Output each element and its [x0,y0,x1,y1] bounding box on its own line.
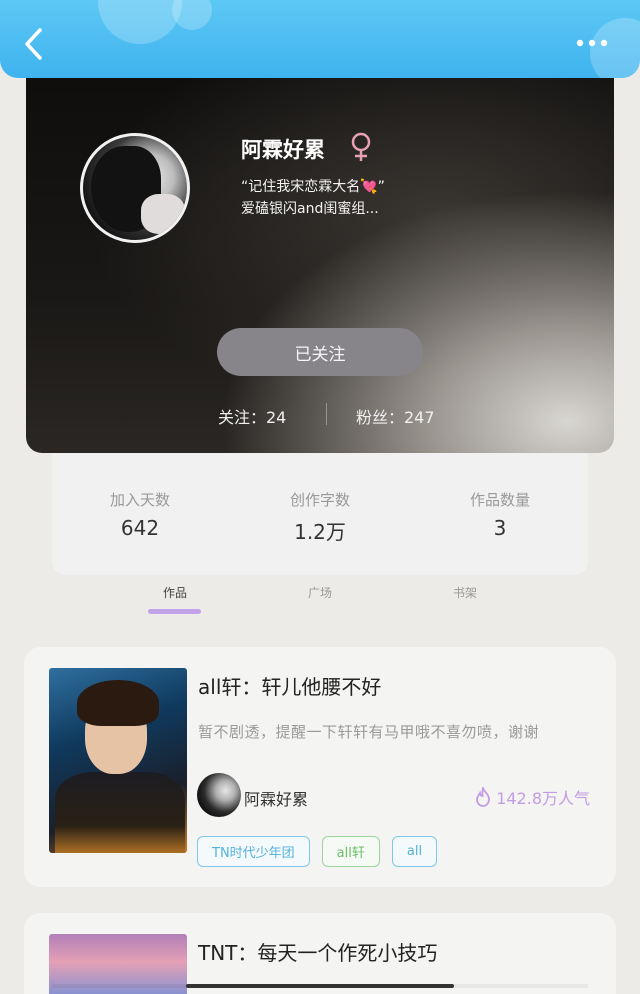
stat-value: 1.2万 [294,520,346,544]
decor-bubble [98,0,182,44]
bio: “记住我宋恋霖大名💘” 爱磕银闪and闺蜜组... [241,176,461,220]
chevron-left-icon [25,28,42,60]
tab-works[interactable]: 作品 [163,584,187,601]
tab-bookshelf[interactable]: 书架 [453,584,477,601]
stat-label: 加入天数 [109,491,170,509]
stat-word-count: 创作字数 1.2万 [250,489,390,545]
work-cover-image[interactable] [49,668,187,853]
popularity: 142.8万人气 [474,785,590,809]
bio-line: 爱磕银闪and闺蜜组... [241,201,379,217]
top-bar [0,0,640,78]
work-title[interactable]: TNT：每天一个作死小技巧 [198,937,437,966]
tab-active-indicator [148,609,201,614]
female-symbol-icon [348,132,374,162]
author-avatar[interactable] [197,773,241,817]
avatar[interactable] [80,133,190,243]
profile-card: 阿霖好累 “记住我宋恋霖大名💘” 爱磕银闪and闺蜜组... 已关注 关注：24… [26,60,614,453]
more-button[interactable] [574,30,614,56]
tag[interactable]: all轩 [321,836,380,867]
more-dots-icon [576,39,608,47]
decor-bubble [172,0,212,30]
follow-stats: 关注：24 粉丝：247 [26,400,614,430]
flame-icon [476,787,491,807]
stat-value: 642 [120,516,160,540]
username: 阿霖好累 [241,138,325,162]
home-indicator [186,984,454,988]
stat-works-count: 作品数量 3 [430,489,570,540]
follow-button[interactable]: 已关注 [217,328,423,376]
tab-square[interactable]: 广场 [308,584,332,601]
work-card[interactable]: TNT：每天一个作死小技巧 [24,913,616,994]
work-title[interactable]: all轩：轩儿他腰不好 [198,671,381,700]
author-name[interactable]: 阿霖好累 [244,786,308,810]
popularity-text: 142.8万人气 [496,789,590,808]
stat-label: 作品数量 [469,491,530,509]
tag[interactable]: all [391,836,438,867]
work-card[interactable]: all轩：轩儿他腰不好 暂不剧透，提醒一下轩轩有马甲哦不喜勿喷，谢谢 阿霖好累 … [24,647,616,887]
back-button[interactable] [18,26,48,62]
divider [326,403,327,425]
stat-join-days: 加入天数 642 [70,489,210,540]
stats-panel: 加入天数 642 创作字数 1.2万 作品数量 3 [52,453,588,575]
tag-list: TN时代少年团 all轩 all [197,836,438,867]
stat-label: 创作字数 [289,491,350,509]
bio-line: “记住我宋恋霖大名💘” [241,179,385,195]
work-summary: 暂不剧透，提醒一下轩轩有马甲哦不喜勿喷，谢谢 [198,723,540,741]
tag[interactable]: TN时代少年团 [197,836,310,867]
following-count[interactable]: 关注：24 [218,404,286,428]
tab-bar: 作品 广场 书架 [0,578,640,618]
fans-count[interactable]: 粉丝：247 [356,404,435,428]
stat-value: 3 [493,516,507,540]
